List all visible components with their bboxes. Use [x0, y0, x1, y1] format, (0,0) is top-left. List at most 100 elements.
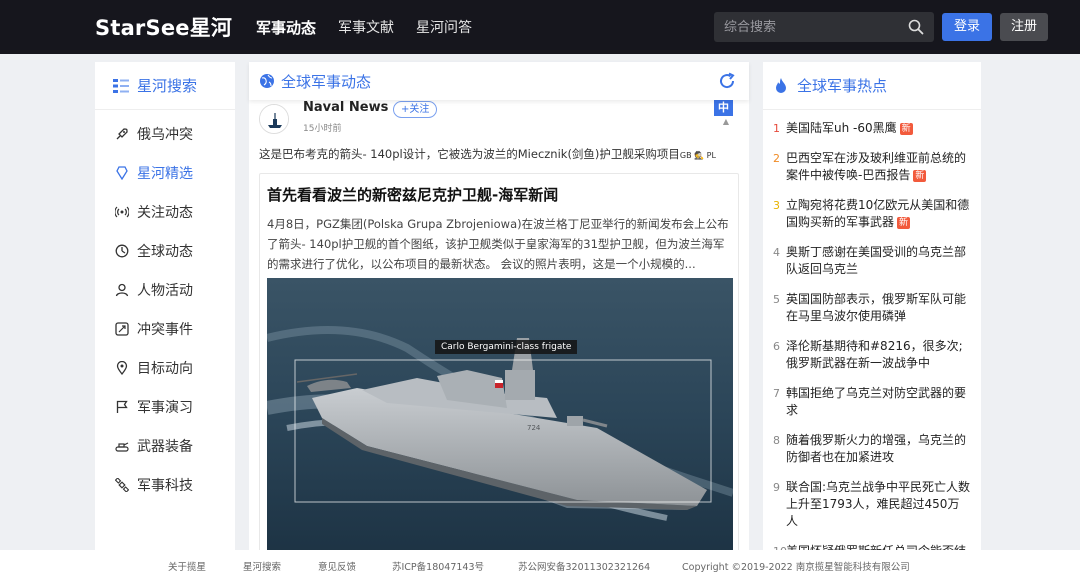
- hot-topic-text: 立陶宛将花费10亿欧元从美国和德国购买新的军事武器: [786, 198, 970, 229]
- country-flags: GB 🕵 PL: [679, 151, 716, 160]
- frigate-image: 724: [267, 278, 733, 552]
- hot-topic-text: 随着俄罗斯火力的增强，乌克兰的防御者也在加紧进攻: [786, 433, 967, 464]
- sidebar-item-label: 武器装备: [137, 438, 193, 455]
- list-item[interactable]: 4 奥斯丁感谢在美国受训的乌克兰部队返回乌克兰: [773, 244, 971, 278]
- sidebar-item-label: 关注动态: [137, 204, 193, 221]
- footer-copyright: Copyright ©2019-2022 南京揽星智能科技有限公司: [682, 561, 910, 573]
- footer-about-link[interactable]: 关于揽星: [168, 559, 206, 573]
- translate-button[interactable]: 中: [714, 100, 733, 116]
- hot-topic-text: 奥斯丁感谢在美国受训的乌克兰部队返回乌克兰: [786, 245, 967, 276]
- hot-topic-text: 联合国:乌克兰战争中平民死亡人数上升至1793人，难民超过450万人: [786, 480, 971, 528]
- post-body: 这是巴布考克的箭头- 140pl设计，它被选为波兰的Miecznik(剑鱼)护卫…: [259, 147, 680, 161]
- sidebar-item-label: 人物活动: [137, 282, 193, 299]
- rank-number: 5: [773, 293, 780, 306]
- avatar[interactable]: [259, 104, 289, 134]
- feed-title: 全球军事动态: [281, 72, 372, 91]
- sidebar-item-conflicts[interactable]: 冲突事件: [95, 309, 235, 348]
- image-tag: Carlo Bergamini-class frigate: [435, 340, 578, 354]
- register-button[interactable]: 注册: [1000, 13, 1048, 41]
- sidebar-item-weapons[interactable]: 武器装备: [95, 426, 235, 465]
- sidebar-item-targets[interactable]: 目标动向: [95, 348, 235, 387]
- sidebar-item-label: 目标动向: [137, 360, 193, 377]
- list-item[interactable]: 1 美国陆军uh -60黑鹰新: [773, 120, 971, 137]
- list-item[interactable]: 5 英国国防部表示，俄罗斯军队可能在马里乌波尔使用磷弹: [773, 291, 971, 325]
- rank-number: 1: [773, 122, 780, 135]
- feed-header: 全球军事动态: [249, 62, 749, 100]
- footer-feedback-link[interactable]: 意见反馈: [318, 559, 356, 573]
- list-icon: [113, 78, 129, 93]
- new-badge: 新: [899, 123, 913, 135]
- location-icon: [115, 360, 129, 375]
- sidebar-item-label: 军事演习: [137, 399, 193, 416]
- list-item[interactable]: 2 巴西空军在涉及玻利维亚前总统的案件中被传唤-巴西报告新: [773, 150, 971, 184]
- search-input[interactable]: [714, 12, 934, 42]
- sidebar-item-label: 军事科技: [137, 477, 193, 494]
- globe-icon: [260, 74, 274, 88]
- sidebar-item-following[interactable]: 关注动态: [95, 192, 235, 231]
- list-item[interactable]: 3 立陶宛将花费10亿欧元从美国和德国购买新的军事武器新: [773, 197, 971, 231]
- follow-button[interactable]: +关注: [393, 101, 438, 118]
- refresh-icon[interactable]: [717, 71, 737, 91]
- sidebar-item-technology[interactable]: 军事科技: [95, 465, 235, 504]
- search-icon[interactable]: [908, 19, 924, 35]
- top-navbar: StarSee星河 军事动态 军事文献 星河问答 登录 注册: [0, 0, 1080, 54]
- rank-number: 3: [773, 199, 780, 212]
- rank-number: 8: [773, 434, 780, 447]
- post-text: 这是巴布考克的箭头- 140pl设计，它被选为波兰的Miecznik(剑鱼)护卫…: [259, 146, 716, 162]
- rank-number: 6: [773, 340, 780, 353]
- list-item[interactable]: 9 联合国:乌克兰战争中平民死亡人数上升至1793人，难民超过450万人: [773, 479, 971, 530]
- star-icon: [115, 165, 129, 180]
- tank-icon: [115, 439, 129, 453]
- hot-topic-text: 巴西空军在涉及玻利维亚前总统的案件中被传唤-巴西报告: [786, 151, 967, 182]
- sidebar-item-label: 全球动态: [137, 243, 193, 260]
- hot-topic-text: 英国国防部表示，俄罗斯军队可能在马里乌波尔使用磷弹: [786, 292, 967, 323]
- rank-number: 9: [773, 481, 780, 494]
- hot-topics-header: 全球军事热点: [763, 62, 981, 110]
- nav-military-news[interactable]: 军事动态: [256, 17, 316, 38]
- globe-icon: [115, 244, 129, 258]
- hot-topics-list: 1 美国陆军uh -60黑鹰新 2 巴西空军在涉及玻利维亚前总统的案件中被传唤-…: [763, 110, 981, 560]
- post-author[interactable]: Naval News: [303, 100, 388, 115]
- logo-text: StarSee星河: [95, 16, 233, 40]
- login-button[interactable]: 登录: [942, 13, 992, 41]
- fire-icon: [776, 77, 786, 93]
- sidebar-item-people[interactable]: 人物活动: [95, 270, 235, 309]
- rank-number: 2: [773, 152, 780, 165]
- sidebar-item-exercises[interactable]: 军事演习: [95, 387, 235, 426]
- logo[interactable]: StarSee星河: [95, 12, 232, 42]
- svg-text:724: 724: [527, 424, 541, 432]
- article-image[interactable]: 724 Carlo Bergamini-class frigate: [267, 278, 733, 552]
- sidebar-header: 星河搜索: [95, 62, 235, 110]
- person-icon: [115, 283, 129, 297]
- search-box: [714, 12, 934, 42]
- post-time: 15小时前: [303, 124, 342, 134]
- chevron-up-icon[interactable]: ▲: [723, 117, 729, 126]
- hot-topics: 全球军事热点 1 美国陆军uh -60黑鹰新 2 巴西空军在涉及玻利维亚前总统的…: [763, 62, 981, 558]
- footer-icp[interactable]: 苏ICP备18047143号: [392, 559, 484, 573]
- satellite-icon: [115, 477, 129, 492]
- nav-military-literature[interactable]: 军事文献: [338, 17, 394, 38]
- new-badge: 新: [897, 217, 911, 229]
- footer-search-link[interactable]: 星河搜索: [243, 559, 281, 573]
- sidebar-item-featured[interactable]: 星河精选: [95, 153, 235, 192]
- hot-topics-title: 全球军事热点: [797, 77, 888, 95]
- broadcast-icon: [115, 205, 129, 219]
- flag-icon: [115, 400, 129, 414]
- list-item[interactable]: 6 泽伦斯基期待和#8216，很多次;俄罗斯武器在新一波战争中: [773, 338, 971, 372]
- sidebar-item-label: 俄乌冲突: [137, 126, 193, 143]
- sidebar-item-global[interactable]: 全球动态: [95, 231, 235, 270]
- sidebar: 星河搜索 俄乌冲突 星河精选 关注动态 全球动态 人物活动 冲突事件 目标动向 …: [95, 62, 235, 552]
- article-title[interactable]: 首先看看波兰的新密兹尼克护卫舰-海军新闻: [267, 184, 558, 205]
- sidebar-item-russia-ukraine[interactable]: 俄乌冲突: [95, 114, 235, 153]
- rank-number: 4: [773, 246, 780, 259]
- new-badge: 新: [913, 170, 927, 182]
- nav-qa[interactable]: 星河问答: [416, 17, 472, 38]
- article-card[interactable]: 首先看看波兰的新密兹尼克护卫舰-海军新闻 4月8日，PGZ集团(Polska G…: [259, 173, 739, 552]
- footer-police-record[interactable]: 苏公网安备32011302321264: [518, 559, 650, 573]
- hot-topic-text: 韩国拒绝了乌克兰对防空武器的要求: [786, 386, 967, 417]
- rocket-icon: [115, 127, 129, 141]
- sidebar-item-label: 星河精选: [137, 165, 193, 182]
- list-item[interactable]: 7 韩国拒绝了乌克兰对防空武器的要求: [773, 385, 971, 419]
- list-item[interactable]: 8 随着俄罗斯火力的增强，乌克兰的防御者也在加紧进攻: [773, 432, 971, 466]
- article-summary: 4月8日，PGZ集团(Polska Grupa Zbrojeniowa)在波兰格…: [267, 217, 729, 271]
